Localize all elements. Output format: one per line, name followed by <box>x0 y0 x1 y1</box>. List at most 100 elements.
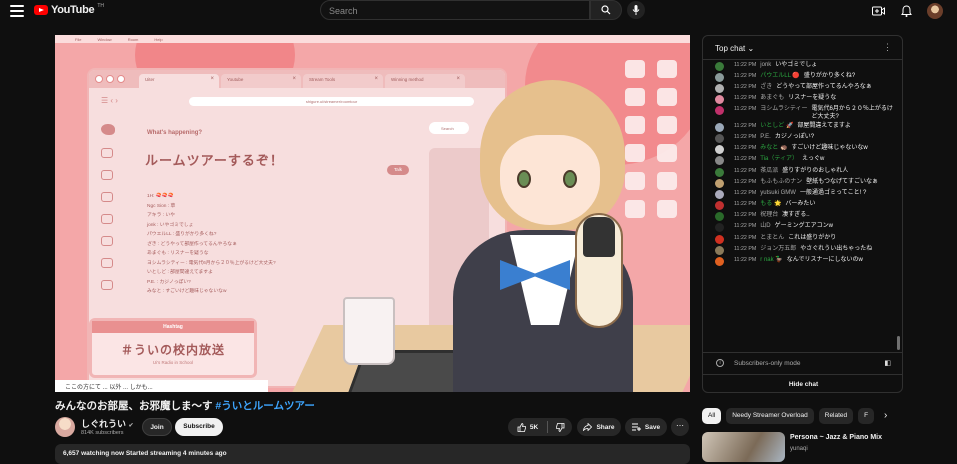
dislike-button[interactable] <box>548 422 572 432</box>
top-chat-dropdown[interactable]: Top chat ⌄ <box>715 44 754 53</box>
hashtag-link[interactable]: #ういとルームツアー <box>215 400 314 412</box>
logo-text: YouTube <box>51 4 95 16</box>
chat-author-name[interactable]: 祝理台 <box>760 212 778 220</box>
chat-author-avatar[interactable] <box>715 223 724 233</box>
chat-author-name[interactable]: 山D <box>760 223 770 231</box>
chat-message[interactable]: 11:22 PM ジョン万五郎 やさぐれうい出ちゃったね <box>715 244 894 255</box>
chat-author-avatar[interactable] <box>715 61 724 71</box>
chat-message[interactable]: 11:22 PM もふもふのナン 壁紙もつなげてすごいなぁ <box>715 177 894 188</box>
chat-author-avatar[interactable] <box>715 212 724 222</box>
chat-message[interactable]: 11:22 PM パウエルLL 🔴 盛りがかり多くね? <box>715 71 894 82</box>
chat-message[interactable]: 11:22 PM ざき どうやって部屋作ってるんやろなぁ <box>715 82 894 93</box>
overlay-chat-line: jonk : いやゴミでしょ <box>147 222 194 228</box>
chat-message[interactable]: 11:22 PM P.E. カジノっぽい? <box>715 132 894 143</box>
chat-author-avatar[interactable] <box>715 156 724 166</box>
chat-message-list: 11:22 PM jonk いやゴミでしょ 11:22 PM パウエルLL 🔴 盛りがかり… <box>703 60 902 267</box>
chat-message[interactable]: 11:22 PM 茶瓜派 盛りすがりのおしゃれ人 <box>715 166 894 177</box>
chat-more-icon[interactable]: ⋮ <box>883 42 892 53</box>
notifications-bell-icon[interactable] <box>899 4 913 18</box>
chip-more[interactable]: F <box>858 408 875 424</box>
save-button[interactable]: Save <box>625 418 667 436</box>
chat-author-name[interactable]: パウエルLL 🔴 <box>760 73 800 81</box>
chat-author-avatar[interactable] <box>715 167 724 177</box>
chat-author-avatar[interactable] <box>715 189 724 199</box>
chat-author-name[interactable]: もふもふのナン <box>760 179 802 187</box>
video-player[interactable]: File Window Room Help Uiter × Youtube × St… <box>55 35 690 392</box>
chat-author-avatar[interactable] <box>715 122 724 132</box>
recommendation-channel[interactable]: yunaqi <box>790 446 808 452</box>
chat-author-name[interactable]: 茶瓜派 <box>760 168 778 176</box>
chat-author-avatar[interactable] <box>715 257 724 266</box>
chat-author-name[interactable]: jonk <box>760 62 771 70</box>
subscriber-count: 814K subscribers <box>81 430 124 436</box>
more-actions-icon[interactable]: ⋯ <box>671 418 689 436</box>
chat-author-name[interactable]: P.E. <box>760 134 771 142</box>
search-button[interactable] <box>590 0 622 20</box>
chat-message[interactable]: 11:22 PM もる 🌟 バーみたい <box>715 200 894 211</box>
chat-message[interactable]: 11:22 PM あまぐも リスナーを疑うな <box>715 94 894 105</box>
menu-icon[interactable] <box>10 4 24 18</box>
chat-message[interactable]: 11:22 PM 山D ゲーミングエアコンw <box>715 222 894 233</box>
chat-author-name[interactable]: あまぐも <box>760 95 784 103</box>
chat-author-name[interactable]: r nak 🦆 <box>760 257 782 265</box>
create-video-icon[interactable] <box>871 4 885 18</box>
chat-message[interactable]: 11:22 PM いとしど 🚀 部屋間違えてますよ <box>715 121 894 132</box>
recommendation-thumbnail[interactable] <box>702 432 785 462</box>
chat-author-avatar[interactable] <box>715 83 724 93</box>
chat-author-avatar[interactable] <box>715 178 724 188</box>
search-input[interactable]: Search <box>320 0 590 20</box>
like-button[interactable]: 5K <box>508 421 548 433</box>
share-button[interactable]: Share <box>577 418 621 436</box>
chat-message[interactable]: 11:22 PM 祝理台 凄すぎる.. <box>715 211 894 222</box>
chat-author-name[interactable]: もる 🌟 <box>760 201 781 209</box>
chat-message[interactable]: 11:22 PM jonk いやゴミでしょ <box>715 60 894 71</box>
chat-scrollbar[interactable] <box>897 336 900 350</box>
chat-header: Top chat ⌄ ⋮ <box>703 36 902 60</box>
subscribe-button[interactable]: Subscribe <box>175 418 223 436</box>
chip-needy-streamer[interactable]: Needy Streamer Overload <box>726 408 814 424</box>
account-avatar[interactable] <box>927 3 943 19</box>
chat-author-avatar[interactable] <box>715 145 724 155</box>
chat-message[interactable]: 11:22 PM r nak 🦆 なんでリスナーにしないのw <box>715 256 894 267</box>
overlay-chat-line: みなと : すごいけど趣味じゃないなw <box>147 289 227 294</box>
chat-author-name[interactable]: とまとん <box>760 235 784 243</box>
join-button[interactable]: Join <box>142 418 172 436</box>
chat-author-name[interactable]: ジョン万五郎 <box>760 246 796 254</box>
youtube-logo[interactable]: YouTube TH <box>34 3 104 16</box>
chat-message-text: 部屋間違えてますよ <box>797 122 851 129</box>
chat-author-avatar[interactable] <box>715 72 724 82</box>
chat-message[interactable]: 11:22 PM ヨシムラシティー 電気代6月から２０％上がるけど大丈夫? <box>715 105 894 122</box>
chat-author-avatar[interactable] <box>715 106 724 116</box>
channel-avatar[interactable] <box>55 417 75 437</box>
chip-all[interactable]: All <box>702 408 722 424</box>
chat-message[interactable]: 11:22 PM とまとん これは盛りがかり <box>715 233 894 244</box>
chat-message[interactable]: 11:22 PM yutsuki GMW 一般通過ゴミってこと! ? <box>715 188 894 199</box>
chat-author-name[interactable]: いとしど 🚀 <box>760 123 793 131</box>
chat-author-name[interactable]: みなと 🦔 <box>760 145 787 153</box>
mug <box>343 297 395 365</box>
voice-search-button[interactable] <box>627 1 645 19</box>
channel-name[interactable]: しぐれうい ✔ <box>81 417 134 430</box>
chat-message[interactable]: 11:22 PM みなと 🦔 すごいけど趣味じゃないなw <box>715 144 894 155</box>
chat-author-avatar[interactable] <box>715 133 724 143</box>
description-box[interactable]: 6,657 watching now Started streaming 4 m… <box>55 444 690 464</box>
chat-message[interactable]: 11:22 PM Tia（ティア） えっぐw <box>715 155 894 166</box>
chat-author-avatar[interactable] <box>715 245 724 255</box>
chat-author-name[interactable]: ざき <box>760 84 772 92</box>
chat-message-text: ゲーミングエアコンw <box>774 223 833 230</box>
chevron-right-icon[interactable]: › <box>884 410 887 421</box>
chat-author-avatar[interactable] <box>715 95 724 105</box>
chat-message-text: カジノっぽい? <box>774 133 815 140</box>
hide-chat-button[interactable]: Hide chat <box>703 374 902 392</box>
chip-related[interactable]: Related <box>818 408 854 424</box>
overlay-address-bar: shigure.ui/streamer/roomtour <box>189 97 474 106</box>
chat-author-name[interactable]: Tia（ティア） <box>760 156 798 164</box>
chat-author-avatar[interactable] <box>715 234 724 244</box>
recommendation-title[interactable]: Persona ~ Jazz & Piano Mix <box>790 434 882 441</box>
chat-author-avatar[interactable] <box>715 201 724 211</box>
chat-author-name[interactable]: ヨシムラシティー <box>760 106 807 114</box>
chat-author-name[interactable]: yutsuki GMW <box>760 190 796 198</box>
info-icon[interactable]: i <box>716 359 724 367</box>
emoji-icon[interactable]: ◧ <box>884 359 891 367</box>
overlay-chat-line: ヨシムラシティー : 電気代6月から２０％上がるけど大丈夫? <box>147 260 276 266</box>
